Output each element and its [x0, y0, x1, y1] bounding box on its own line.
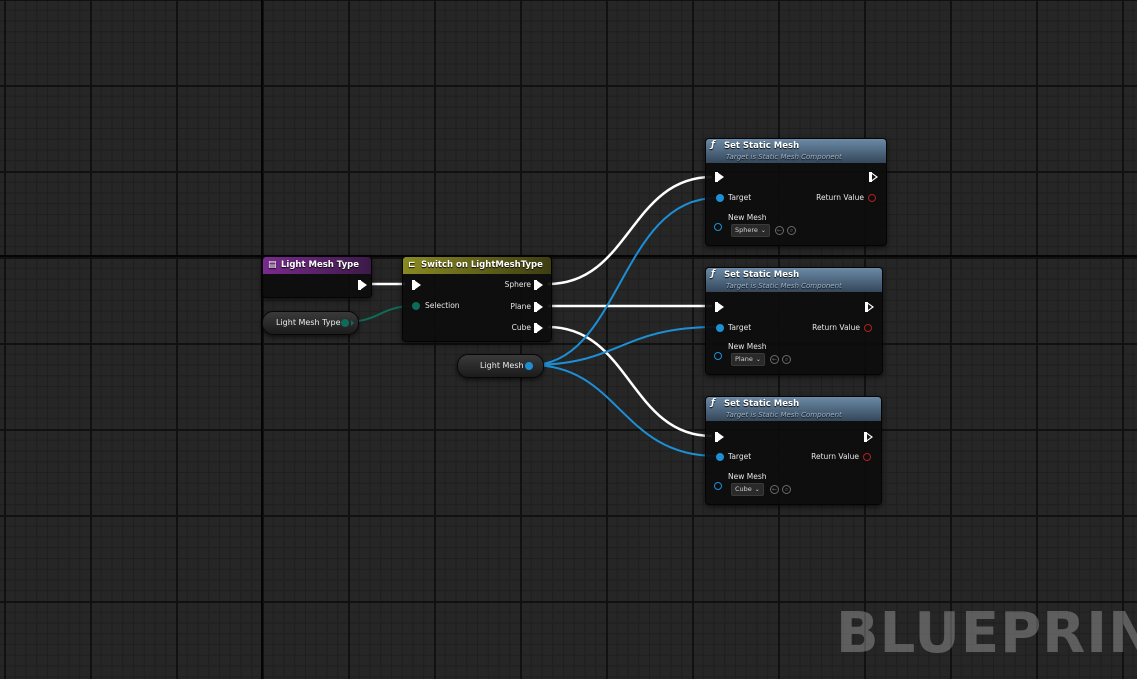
new-mesh-label-1: New Mesh — [728, 213, 767, 222]
light-mesh-type-var-label: Light Mesh Type — [276, 318, 341, 327]
new-mesh-label-2: New Mesh — [728, 342, 767, 351]
target-input-pin-1[interactable] — [716, 194, 724, 202]
object-wire-target-3[interactable] — [530, 364, 717, 457]
new-mesh-input-pin-1[interactable] — [714, 223, 722, 231]
sphere-output-label: Sphere — [504, 280, 531, 289]
object-wire-target-1[interactable] — [530, 197, 717, 366]
set-static-mesh-node-3[interactable]: ƒ Set Static Mesh Target is Static Mesh … — [705, 396, 882, 505]
exec-input-pin-2[interactable] — [715, 302, 724, 312]
set-static-mesh-title-3: Set Static Mesh — [724, 399, 800, 409]
target-label-3: Target — [728, 452, 752, 461]
use-selected-asset-icon[interactable]: ← — [770, 355, 779, 364]
browse-asset-icon[interactable]: ⌕ — [782, 355, 791, 364]
chevron-down-icon: ⌄ — [754, 486, 760, 493]
browse-asset-icon[interactable]: ⌕ — [787, 226, 796, 235]
new-mesh-input-pin-2[interactable] — [714, 352, 722, 360]
exec-output-pin-2[interactable] — [865, 302, 874, 312]
new-mesh-input-pin-3[interactable] — [714, 482, 722, 490]
return-value-pin-2[interactable] — [864, 324, 872, 332]
light-mesh-variable[interactable]: Light Mesh — [457, 354, 544, 378]
exec-output-pin-3[interactable] — [864, 432, 873, 442]
switch-node[interactable]: ⊏ Switch on LightMeshType Selection Sphe… — [402, 256, 552, 342]
set-static-mesh-title-1: Set Static Mesh — [724, 141, 800, 151]
target-label-2: Target — [728, 323, 752, 332]
switch-exec-input-pin[interactable] — [412, 280, 421, 290]
return-value-pin-1[interactable] — [868, 194, 876, 202]
switch-title: Switch on LightMeshType — [421, 260, 543, 270]
cube-output-label: Cube — [511, 323, 531, 332]
chevron-down-icon: ⌄ — [760, 227, 766, 234]
enum-output-arrow — [351, 320, 354, 326]
wire-layer — [344, 175, 717, 457]
set-static-mesh-subtitle-1: Target is Static Mesh Component — [726, 153, 842, 161]
object-output-pin[interactable] — [525, 362, 533, 370]
plane-output-label: Plane — [510, 302, 531, 311]
target-input-pin-3[interactable] — [716, 453, 724, 461]
mesh-asset-value-3: Cube — [735, 485, 752, 493]
selection-input-pin[interactable] — [412, 302, 420, 310]
plane-exec-output-pin[interactable] — [534, 302, 543, 312]
set-static-mesh-node-2[interactable]: ƒ Set Static Mesh Target is Static Mesh … — [705, 267, 883, 375]
exec-wire-sphere[interactable] — [547, 175, 713, 286]
enum-icon: ▤ — [268, 260, 277, 270]
set-static-mesh-node-1[interactable]: ƒ Set Static Mesh Target is Static Mesh … — [705, 138, 887, 246]
return-value-label-3: Return Value — [811, 452, 859, 461]
mesh-asset-dropdown-1[interactable]: Sphere ⌄ — [731, 224, 770, 237]
light-mesh-type-node[interactable]: ▤ Light Mesh Type — [262, 256, 372, 298]
return-value-label-2: Return Value — [812, 323, 860, 332]
set-static-mesh-header-3: ƒ Set Static Mesh Target is Static Mesh … — [706, 397, 881, 421]
use-selected-asset-icon[interactable]: ← — [775, 226, 784, 235]
light-mesh-type-variable[interactable]: Light Mesh Type — [262, 311, 359, 335]
set-static-mesh-header-2: ƒ Set Static Mesh Target is Static Mesh … — [706, 268, 882, 292]
chevron-down-icon: ⌄ — [755, 356, 761, 363]
cube-exec-output-pin[interactable] — [534, 323, 543, 333]
browse-asset-icon[interactable]: ⌕ — [782, 485, 791, 494]
set-static-mesh-subtitle-3: Target is Static Mesh Component — [726, 411, 842, 419]
exec-input-pin-3[interactable] — [715, 432, 724, 442]
mesh-asset-value-1: Sphere — [735, 226, 758, 234]
set-static-mesh-subtitle-2: Target is Static Mesh Component — [726, 282, 842, 290]
return-value-pin-3[interactable] — [863, 453, 871, 461]
target-input-pin-2[interactable] — [716, 324, 724, 332]
mesh-asset-value-2: Plane — [735, 355, 753, 363]
exec-input-pin-1[interactable] — [715, 172, 724, 182]
light-mesh-type-header: ▤ Light Mesh Type — [263, 257, 371, 274]
use-selected-asset-icon[interactable]: ← — [770, 485, 779, 494]
target-label-1: Target — [728, 193, 752, 202]
set-static-mesh-title-2: Set Static Mesh — [724, 270, 800, 280]
set-static-mesh-header-1: ƒ Set Static Mesh Target is Static Mesh … — [706, 139, 886, 163]
selection-label: Selection — [425, 301, 460, 310]
function-icon: ƒ — [711, 398, 715, 408]
mesh-asset-dropdown-2[interactable]: Plane ⌄ — [731, 353, 765, 366]
mesh-asset-dropdown-3[interactable]: Cube ⌄ — [731, 483, 764, 496]
light-mesh-type-title: Light Mesh Type — [281, 260, 359, 270]
sphere-exec-output-pin[interactable] — [534, 280, 543, 290]
function-icon: ƒ — [711, 269, 715, 279]
new-mesh-label-3: New Mesh — [728, 472, 767, 481]
enum-output-pin[interactable] — [341, 319, 349, 327]
switch-header: ⊏ Switch on LightMeshType — [403, 257, 551, 274]
exec-output-pin-1[interactable] — [869, 172, 878, 182]
return-value-label-1: Return Value — [816, 193, 864, 202]
switch-icon: ⊏ — [408, 260, 416, 270]
exec-output-pin[interactable] — [358, 280, 367, 290]
blueprint-watermark: BLUEPRINT — [836, 601, 1137, 666]
function-icon: ƒ — [711, 140, 715, 150]
light-mesh-var-label: Light Mesh — [480, 361, 524, 370]
